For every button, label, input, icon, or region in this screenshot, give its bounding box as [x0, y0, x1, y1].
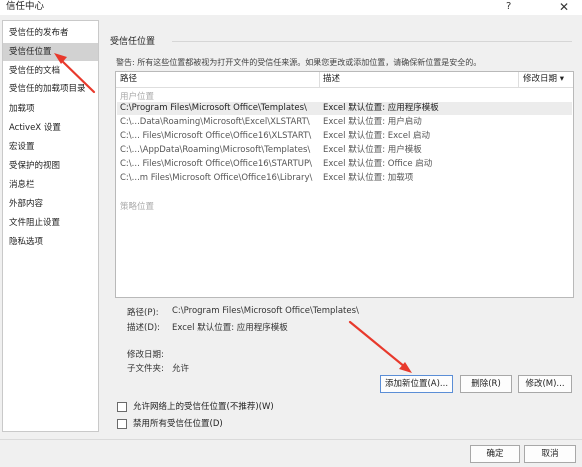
row-path: C:\...m Files\Microsoft Office\Office16\… [120, 173, 313, 183]
sidebar: 受信任的发布者 受信任位置 受信任的文档 受信任的加载项目录 加载项 Activ… [2, 20, 99, 432]
allow-network-label: 允许网络上的受信任位置(不推荐)(W) [133, 402, 274, 412]
sidebar-item-macro[interactable]: 宏设置 [3, 138, 98, 156]
remove-button[interactable]: 删除(R) [460, 375, 512, 393]
path-label: 路径(P): [127, 308, 159, 318]
path-value: C:\Program Files\Microsoft Office\Templa… [172, 306, 359, 316]
row-description: Excel 默认位置: 加载项 [323, 173, 414, 183]
disable-all-locations-option[interactable]: 禁用所有受信任位置(D) [117, 418, 223, 432]
allow-network-checkbox[interactable] [117, 401, 127, 412]
allow-network-locations-option[interactable]: 允许网络上的受信任位置(不推荐)(W) [117, 401, 274, 415]
footer-divider [0, 439, 582, 440]
row-description: Excel 默认位置: 用户启动 [323, 117, 422, 127]
disable-all-checkbox[interactable] [117, 418, 127, 429]
close-icon[interactable]: ✕ [550, 0, 578, 15]
sidebar-item-message-bar[interactable]: 消息栏 [3, 176, 98, 194]
row-description: Excel 默认位置: 应用程序模板 [323, 103, 439, 113]
row-description: Excel 默认位置: 用户模板 [323, 145, 422, 155]
sidebar-item-trusted-publishers[interactable]: 受信任的发布者 [3, 24, 98, 42]
subfolder-label: 子文件夹: [127, 364, 164, 374]
row-path: C:\...Data\Roaming\Microsoft\Excel\XLSTA… [120, 117, 310, 127]
sidebar-item-activex[interactable]: ActiveX 设置 [3, 119, 98, 137]
sidebar-item-file-block[interactable]: 文件阻止设置 [3, 214, 98, 232]
sidebar-item-trusted-documents[interactable]: 受信任的文档 [3, 62, 98, 80]
table-row[interactable]: C:\...\AppData\Roaming\Microsoft\Templat… [117, 144, 572, 157]
row-description: Excel 默认位置: Excel 启动 [323, 131, 431, 141]
sidebar-item-trusted-addin-catalogs[interactable]: 受信任的加载项目录 [3, 80, 98, 98]
row-path: C:\Program Files\Microsoft Office\Templa… [120, 103, 307, 113]
cancel-button[interactable]: 取消 [524, 445, 576, 463]
sidebar-item-trusted-locations[interactable]: 受信任位置 [3, 43, 98, 61]
table-row[interactable]: C:\Program Files\Microsoft Office\Templa… [117, 102, 572, 115]
row-path: C:\...\AppData\Roaming\Microsoft\Templat… [120, 145, 311, 155]
table-row[interactable]: C:\... Files\Microsoft Office\Office16\S… [117, 158, 572, 171]
table-row[interactable]: C:\... Files\Microsoft Office\Office16\X… [117, 130, 572, 143]
table-row[interactable]: C:\...m Files\Microsoft Office\Office16\… [117, 172, 572, 185]
column-path[interactable]: 路径 [120, 72, 137, 87]
column-separator[interactable] [518, 72, 519, 87]
row-path: C:\... Files\Microsoft Office\Office16\X… [120, 131, 312, 141]
sidebar-item-privacy[interactable]: 隐私选项 [3, 233, 98, 251]
column-modified-date[interactable]: 修改日期 ▾ [523, 72, 564, 87]
window-title: 信任中心 [6, 1, 45, 12]
modified-date-label: 修改日期: [127, 350, 164, 360]
list-header: 路径 描述 修改日期 ▾ [116, 72, 573, 88]
annotation-arrow-add-button [348, 320, 412, 373]
subfolder-value: 允许 [172, 364, 190, 374]
add-new-location-button[interactable]: 添加新位置(A)... [380, 375, 453, 393]
group-policy-locations: 策略位置 [120, 202, 155, 212]
row-path: C:\... Files\Microsoft Office\Office16\S… [120, 159, 312, 169]
row-description: Excel 默认位置: Office 启动 [323, 159, 433, 169]
column-description[interactable]: 描述 [323, 72, 340, 87]
disable-all-label: 禁用所有受信任位置(D) [133, 419, 223, 429]
trusted-locations-list[interactable]: 路径 描述 修改日期 ▾ 用户位置 C:\Program Files\Micro… [115, 71, 574, 298]
description-value: Excel 默认位置: 应用程序模板 [172, 323, 288, 333]
description-label: 描述(D): [127, 323, 161, 333]
warning-text: 警告: 所有这些位置都被视为打开文件的受信任来源。如果您更改或添加位置，请确保新… [116, 58, 482, 67]
section-divider [172, 41, 572, 42]
sidebar-item-protected-view[interactable]: 受保护的视图 [3, 157, 98, 175]
modify-button[interactable]: 修改(M)... [518, 375, 572, 393]
sidebar-item-external-content[interactable]: 外部内容 [3, 195, 98, 213]
column-separator[interactable] [319, 72, 320, 87]
table-row[interactable]: C:\...Data\Roaming\Microsoft\Excel\XLSTA… [117, 116, 572, 129]
ok-button[interactable]: 确定 [470, 445, 520, 463]
group-user-locations: 用户位置 [120, 92, 155, 102]
sidebar-item-addins[interactable]: 加载项 [3, 100, 98, 118]
title-bar: 信任中心 ? ✕ [0, 0, 582, 15]
section-title: 受信任位置 [110, 37, 156, 47]
help-button[interactable]: ? [506, 0, 511, 14]
